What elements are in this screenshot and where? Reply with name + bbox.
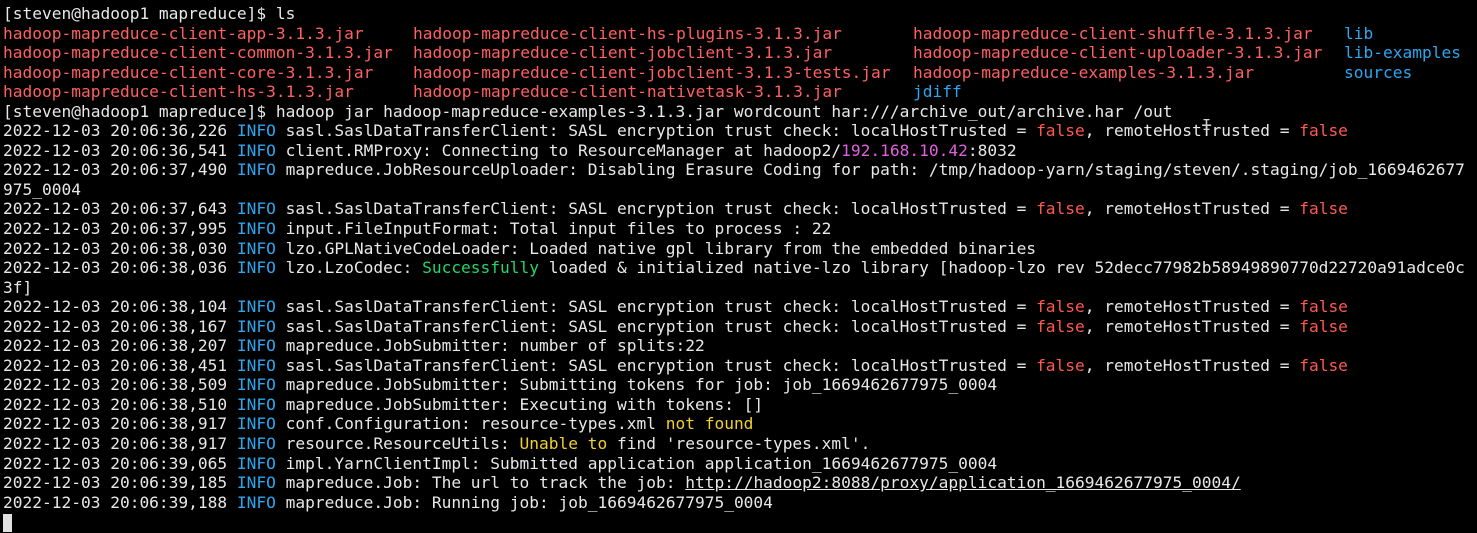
log-line: 2022-12-03 20:06:36,226 INFO sasl.SaslDa… (3, 121, 1348, 141)
ls-directory: lib-examples (1344, 43, 1461, 63)
log-level: INFO (236, 160, 276, 180)
log-line: 2022-12-03 20:06:36,541 INFO client.RMPr… (3, 140, 1017, 160)
ls-file: hadoop-mapreduce-client-common-3.1.3.jar (3, 43, 393, 63)
log-level: INFO (236, 414, 276, 434)
log-line: 2022-12-03 20:06:38,509 INFO mapreduce.J… (3, 375, 998, 395)
ls-file: hadoop-mapreduce-examples-3.1.3.jar (913, 62, 1255, 82)
log-level: INFO (236, 316, 276, 336)
log-line: 2022-12-03 20:06:38,510 INFO mapreduce.J… (3, 394, 764, 414)
ls-file: hadoop-mapreduce-client-app-3.1.3.jar (3, 23, 364, 43)
log-line: 2022-12-03 20:06:37,643 INFO sasl.SaslDa… (3, 199, 1348, 219)
log-line: 2022-12-03 20:06:38,036 INFO lzo.LzoCode… (3, 258, 1465, 278)
terminal-window[interactable]: [steven@hadoop1 mapreduce]$ ls hadoop-ma… (0, 0, 1477, 533)
ip-address: 192.168.10.42 (841, 140, 968, 160)
log-level: INFO (236, 199, 276, 219)
log-level: INFO (236, 492, 276, 512)
log-level: INFO (236, 140, 276, 160)
log-line: 2022-12-03 20:06:38,451 INFO sasl.SaslDa… (3, 355, 1348, 375)
log-level: INFO (236, 258, 276, 278)
log-level: INFO (236, 297, 276, 317)
ls-file: hadoop-mapreduce-client-jobclient-3.1.3-… (413, 62, 891, 82)
ls-directory: lib (1344, 23, 1374, 43)
ls-file: hadoop-mapreduce-client-jobclient-3.1.3.… (413, 43, 833, 63)
cursor-line (3, 512, 1477, 532)
shell-prompt-hadoop-command: [steven@hadoop1 mapreduce]$ hadoop jar h… (3, 101, 1173, 121)
log-line-wrap: 3f] (3, 277, 33, 297)
ls-file: hadoop-mapreduce-client-hs-plugins-3.1.3… (413, 23, 842, 43)
log-line: 2022-12-03 20:06:37,995 INFO input.FileI… (3, 219, 832, 239)
ls-row: hadoop-mapreduce-client-common-3.1.3.jar… (3, 43, 1477, 63)
ls-directory: jdiff (913, 82, 962, 102)
ls-file: hadoop-mapreduce-client-uploader-3.1.3.j… (913, 43, 1323, 63)
log-level: INFO (236, 336, 276, 356)
log-line: 2022-12-03 20:06:38,104 INFO sasl.SaslDa… (3, 297, 1348, 317)
log-level: INFO (236, 473, 276, 493)
log-line: 2022-12-03 20:06:38,917 INFO conf.Config… (3, 414, 754, 434)
log-level: INFO (236, 238, 276, 258)
log-level: INFO (236, 434, 276, 454)
ls-file: hadoop-mapreduce-client-hs-3.1.3.jar (3, 82, 354, 102)
terminal-cursor (3, 513, 12, 532)
ls-directory: sources (1344, 62, 1413, 82)
ls-row: hadoop-mapreduce-client-core-3.1.3.jar h… (3, 63, 1477, 83)
log-level: INFO (236, 121, 276, 141)
log-level: INFO (236, 375, 276, 395)
log-line: 2022-12-03 20:06:38,917 INFO resource.Re… (3, 434, 871, 454)
log-line: 2022-12-03 20:06:39,188 INFO mapreduce.J… (3, 492, 773, 512)
log-line: 2022-12-03 20:06:37,490 INFO mapreduce.J… (3, 160, 1465, 180)
log-level: INFO (236, 453, 276, 473)
ls-file: hadoop-mapreduce-client-shuffle-3.1.3.ja… (913, 23, 1313, 43)
log-line: 2022-12-03 20:06:39,185 INFO mapreduce.J… (3, 473, 1241, 493)
log-level: INFO (236, 219, 276, 239)
log-line-wrap: 975_0004 (3, 179, 81, 199)
tracking-url-link[interactable]: http://hadoop2:8088/proxy/application_16… (685, 473, 1241, 492)
log-line: 2022-12-03 20:06:38,030 INFO lzo.GPLNati… (3, 238, 1037, 258)
log-line: 2022-12-03 20:06:38,167 INFO sasl.SaslDa… (3, 316, 1348, 336)
shell-prompt-ls: [steven@hadoop1 mapreduce]$ ls (3, 4, 296, 23)
mouse-ibeam-icon: I (1202, 116, 1212, 134)
log-level: INFO (236, 355, 276, 375)
ls-row: hadoop-mapreduce-client-app-3.1.3.jar ha… (3, 24, 1477, 44)
log-line: 2022-12-03 20:06:39,065 INFO impl.YarnCl… (3, 453, 998, 473)
log-line: 2022-12-03 20:06:38,207 INFO mapreduce.J… (3, 336, 705, 356)
log-level: INFO (236, 394, 276, 414)
ls-file: hadoop-mapreduce-client-nativetask-3.1.3… (413, 82, 842, 102)
ls-row: hadoop-mapreduce-client-hs-3.1.3.jar had… (3, 82, 1477, 102)
ls-file: hadoop-mapreduce-client-core-3.1.3.jar (3, 62, 374, 82)
